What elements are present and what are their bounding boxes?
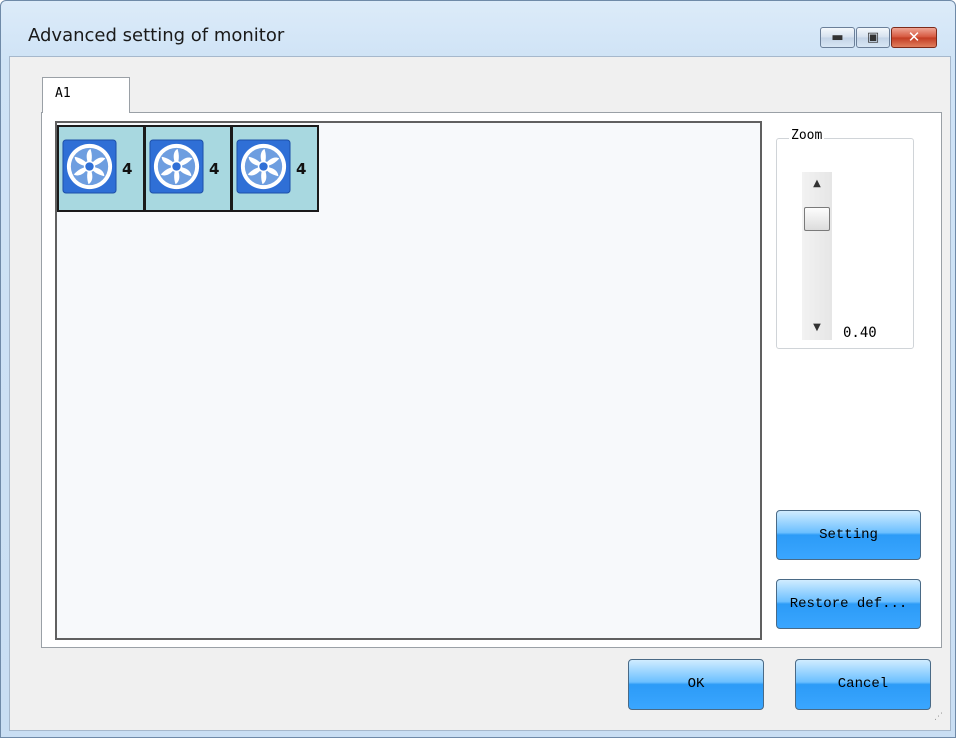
slider-up-arrow-icon[interactable]: ▲: [802, 174, 832, 194]
maximize-button[interactable]: ▣: [856, 27, 890, 48]
close-icon: ✕: [907, 28, 921, 46]
tab-page: 4 4 4 Zoom ▲ ▼ 0.40 Setting Restore def.…: [41, 112, 942, 648]
window-title: Advanced setting of monitor: [28, 25, 285, 46]
dialog-client-area: A1 4 4 4 Zoom ▲ ▼ 0.40 Setting Restore d…: [9, 56, 951, 731]
fan-tile[interactable]: 4: [144, 125, 232, 212]
title-bar[interactable]: Advanced setting of monitor ▬ ▣ ✕: [1, 1, 955, 48]
tab-a1[interactable]: A1: [42, 77, 130, 113]
tab-label: A1: [55, 86, 71, 101]
cancel-button[interactable]: Cancel: [795, 659, 931, 710]
zoom-value: 0.40: [843, 325, 877, 341]
fan-icon: [62, 139, 117, 194]
minimize-icon: ▬: [831, 30, 844, 45]
resize-grip-icon[interactable]: ⋰: [934, 713, 946, 726]
fan-count: 4: [296, 160, 307, 178]
setting-button[interactable]: Setting: [776, 510, 921, 560]
slider-thumb[interactable]: [804, 207, 830, 231]
restore-default-button[interactable]: Restore def...: [776, 579, 921, 629]
zoom-slider[interactable]: ▲ ▼: [802, 172, 832, 340]
zoom-label: Zoom: [789, 128, 825, 143]
zoom-group: Zoom ▲ ▼ 0.40: [776, 128, 914, 349]
fan-count: 4: [122, 160, 133, 178]
fan-icon: [236, 139, 291, 194]
monitor-canvas[interactable]: 4 4 4: [55, 121, 762, 640]
minimize-button[interactable]: ▬: [820, 27, 855, 48]
close-button[interactable]: ✕: [891, 27, 937, 48]
maximize-icon: ▣: [866, 30, 880, 45]
fan-icon: [149, 139, 204, 194]
ok-button[interactable]: OK: [628, 659, 764, 710]
fan-tile[interactable]: 4: [231, 125, 319, 212]
slider-down-arrow-icon[interactable]: ▼: [802, 318, 832, 338]
dialog-window: Advanced setting of monitor ▬ ▣ ✕ A1 4 4…: [0, 0, 956, 738]
fan-tile[interactable]: 4: [57, 125, 145, 212]
fan-count: 4: [209, 160, 220, 178]
